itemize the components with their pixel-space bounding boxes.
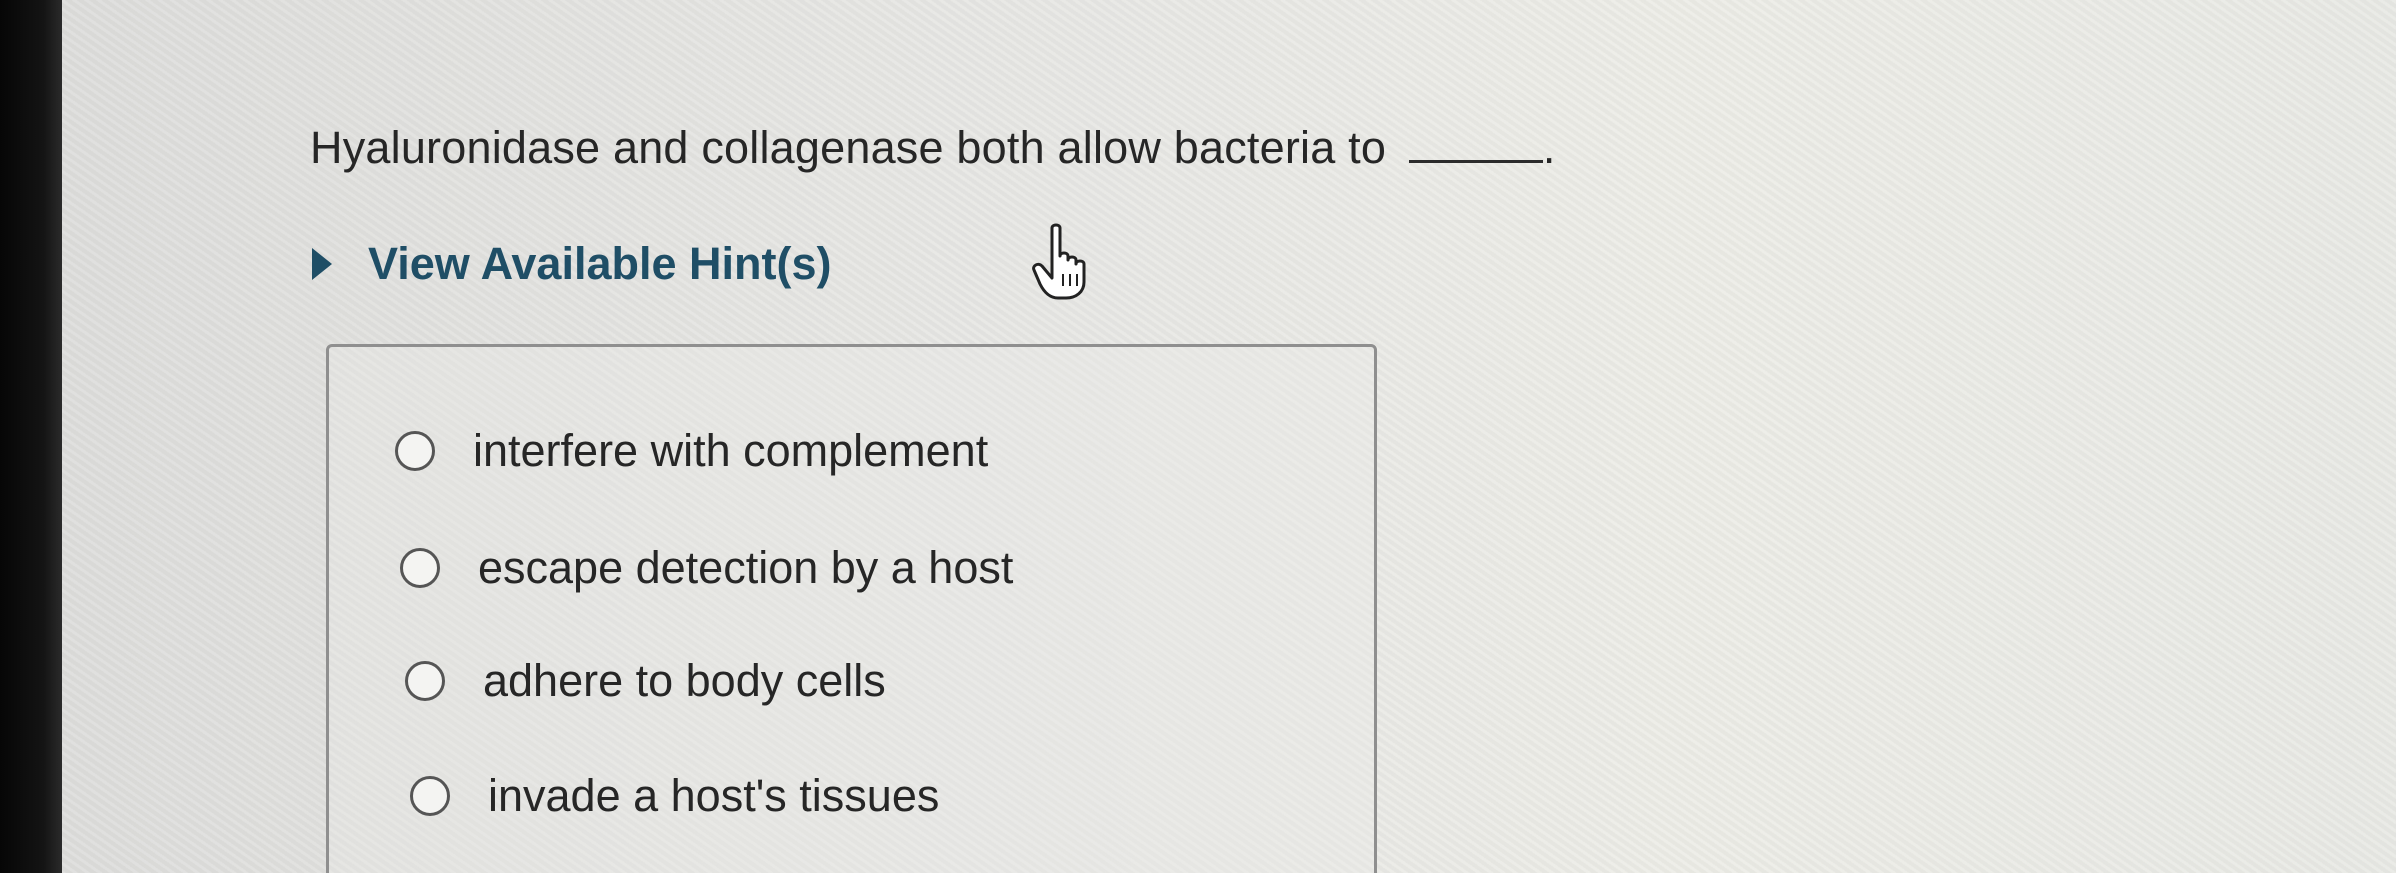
radio-button[interactable] bbox=[405, 661, 445, 701]
answer-blank bbox=[1408, 124, 1543, 163]
view-hints-label: View Available Hint(s) bbox=[368, 238, 832, 289]
option-label: interfere with complement bbox=[473, 425, 989, 476]
option-label: adhere to body cells bbox=[483, 655, 886, 706]
question-prompt: Hyaluronidase and collagenase both allow… bbox=[310, 122, 1556, 174]
option-label: invade a host's tissues bbox=[488, 770, 940, 821]
view-hints-toggle[interactable]: View Available Hint(s) bbox=[312, 238, 831, 290]
option-escape-detection[interactable]: escape detection by a host bbox=[400, 542, 1013, 594]
radio-button[interactable] bbox=[400, 548, 440, 588]
hand-pointer-icon bbox=[1032, 223, 1086, 300]
screen-bezel bbox=[0, 0, 62, 873]
radio-button[interactable] bbox=[410, 776, 450, 816]
question-period: . bbox=[1542, 122, 1556, 173]
triangle-right-icon bbox=[312, 248, 332, 280]
option-label: escape detection by a host bbox=[478, 542, 1014, 593]
option-invade-host-tissues[interactable]: invade a host's tissues bbox=[410, 770, 939, 822]
question-text: Hyaluronidase and collagenase both allow… bbox=[310, 122, 1387, 173]
radio-button[interactable] bbox=[395, 431, 435, 471]
option-adhere-to-body-cells[interactable]: adhere to body cells bbox=[405, 655, 886, 707]
option-interfere-with-complement[interactable]: interfere with complement bbox=[395, 425, 988, 477]
